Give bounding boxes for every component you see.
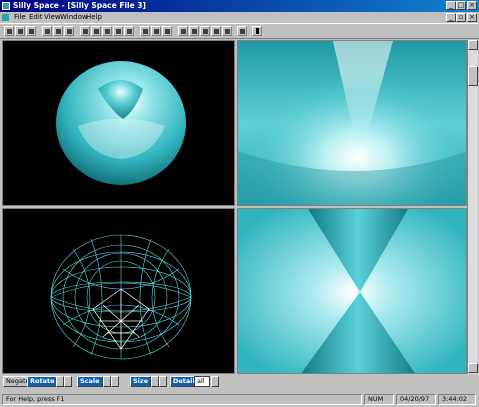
scroll-thumb[interactable] (468, 66, 478, 86)
light-icon[interactable] (140, 26, 150, 36)
control-bar: Negate Rotate Scale Size Detail all (0, 374, 479, 389)
move-alt-icon[interactable] (162, 26, 172, 36)
vertical-scrollbar[interactable] (467, 40, 478, 374)
scroll-up-button[interactable] (468, 40, 478, 50)
rotate-label: Rotate (27, 376, 58, 387)
surface-closeup-render (238, 41, 466, 205)
scroll-down-button[interactable] (468, 363, 478, 373)
pan-icon[interactable] (113, 26, 123, 36)
zoom-icon[interactable] (124, 26, 134, 36)
viewport-top-right[interactable] (237, 40, 467, 206)
select-icon[interactable] (91, 26, 101, 36)
hourglass-render (238, 209, 466, 373)
status-time: 3:44:02 (438, 394, 476, 405)
scale-label: Scale (77, 376, 103, 387)
scale-spin-left[interactable] (103, 376, 111, 387)
doc-restore-button[interactable]: ▫ (456, 13, 466, 22)
move-icon[interactable] (151, 26, 161, 36)
help-icon[interactable] (252, 26, 262, 36)
title-bar: Silly Space - [Silly Space File 3] _ □ × (0, 0, 479, 12)
menu-view[interactable]: View (44, 13, 61, 21)
document-icon[interactable] (2, 14, 9, 21)
copy-icon[interactable] (53, 26, 63, 36)
rotate-spin-right[interactable] (64, 376, 72, 387)
viewport-bottom-left[interactable] (2, 208, 235, 374)
solid-torus-render (56, 61, 186, 185)
status-bar: For Help, press F1 NUM 04/20/97 3:44:02 (0, 392, 479, 407)
status-help-text: For Help, press F1 (2, 394, 362, 405)
detail-dropdown-button[interactable] (211, 376, 219, 387)
save-icon[interactable] (26, 26, 36, 36)
grid-icon[interactable] (189, 26, 199, 36)
new-file-icon[interactable] (4, 26, 14, 36)
minimize-button[interactable]: _ (446, 1, 456, 10)
menu-file[interactable]: File (14, 13, 26, 21)
select-arrow-icon[interactable] (80, 26, 90, 36)
cut-icon[interactable] (42, 26, 52, 36)
size-spin-left[interactable] (151, 376, 159, 387)
maximize-button[interactable]: □ (456, 1, 466, 10)
app-icon (2, 2, 10, 10)
rotate-icon[interactable] (102, 26, 112, 36)
paste-icon[interactable] (64, 26, 74, 36)
shade-icon[interactable] (222, 26, 232, 36)
scale-spin-right[interactable] (111, 376, 119, 387)
viewport-bottom-right[interactable] (237, 208, 467, 374)
viewport-top-left[interactable] (2, 40, 235, 206)
wireframe-torus-render (50, 234, 192, 360)
window-title: Silly Space - [Silly Space File 3] (13, 1, 146, 10)
rotate-spin-left[interactable] (56, 376, 64, 387)
menu-bar: File Edit View Window Help _ ▫ × (0, 12, 479, 23)
menu-help[interactable]: Help (86, 13, 102, 21)
status-num: NUM (364, 394, 394, 405)
toolbar (0, 23, 479, 39)
open-file-icon[interactable] (15, 26, 25, 36)
wire-icon[interactable] (200, 26, 210, 36)
size-label: Size (130, 376, 152, 387)
box-icon[interactable] (178, 26, 188, 36)
doc-close-button[interactable]: × (467, 13, 477, 22)
menu-edit[interactable]: Edit (29, 13, 43, 21)
render-icon[interactable] (237, 26, 247, 36)
menu-window[interactable]: Window (60, 13, 88, 21)
close-button[interactable]: × (467, 1, 477, 10)
size-spin-right[interactable] (159, 376, 167, 387)
solid-icon[interactable] (211, 26, 221, 36)
detail-select[interactable]: all (194, 376, 210, 387)
status-date: 04/20/97 (396, 394, 436, 405)
doc-minimize-button[interactable]: _ (446, 13, 456, 22)
